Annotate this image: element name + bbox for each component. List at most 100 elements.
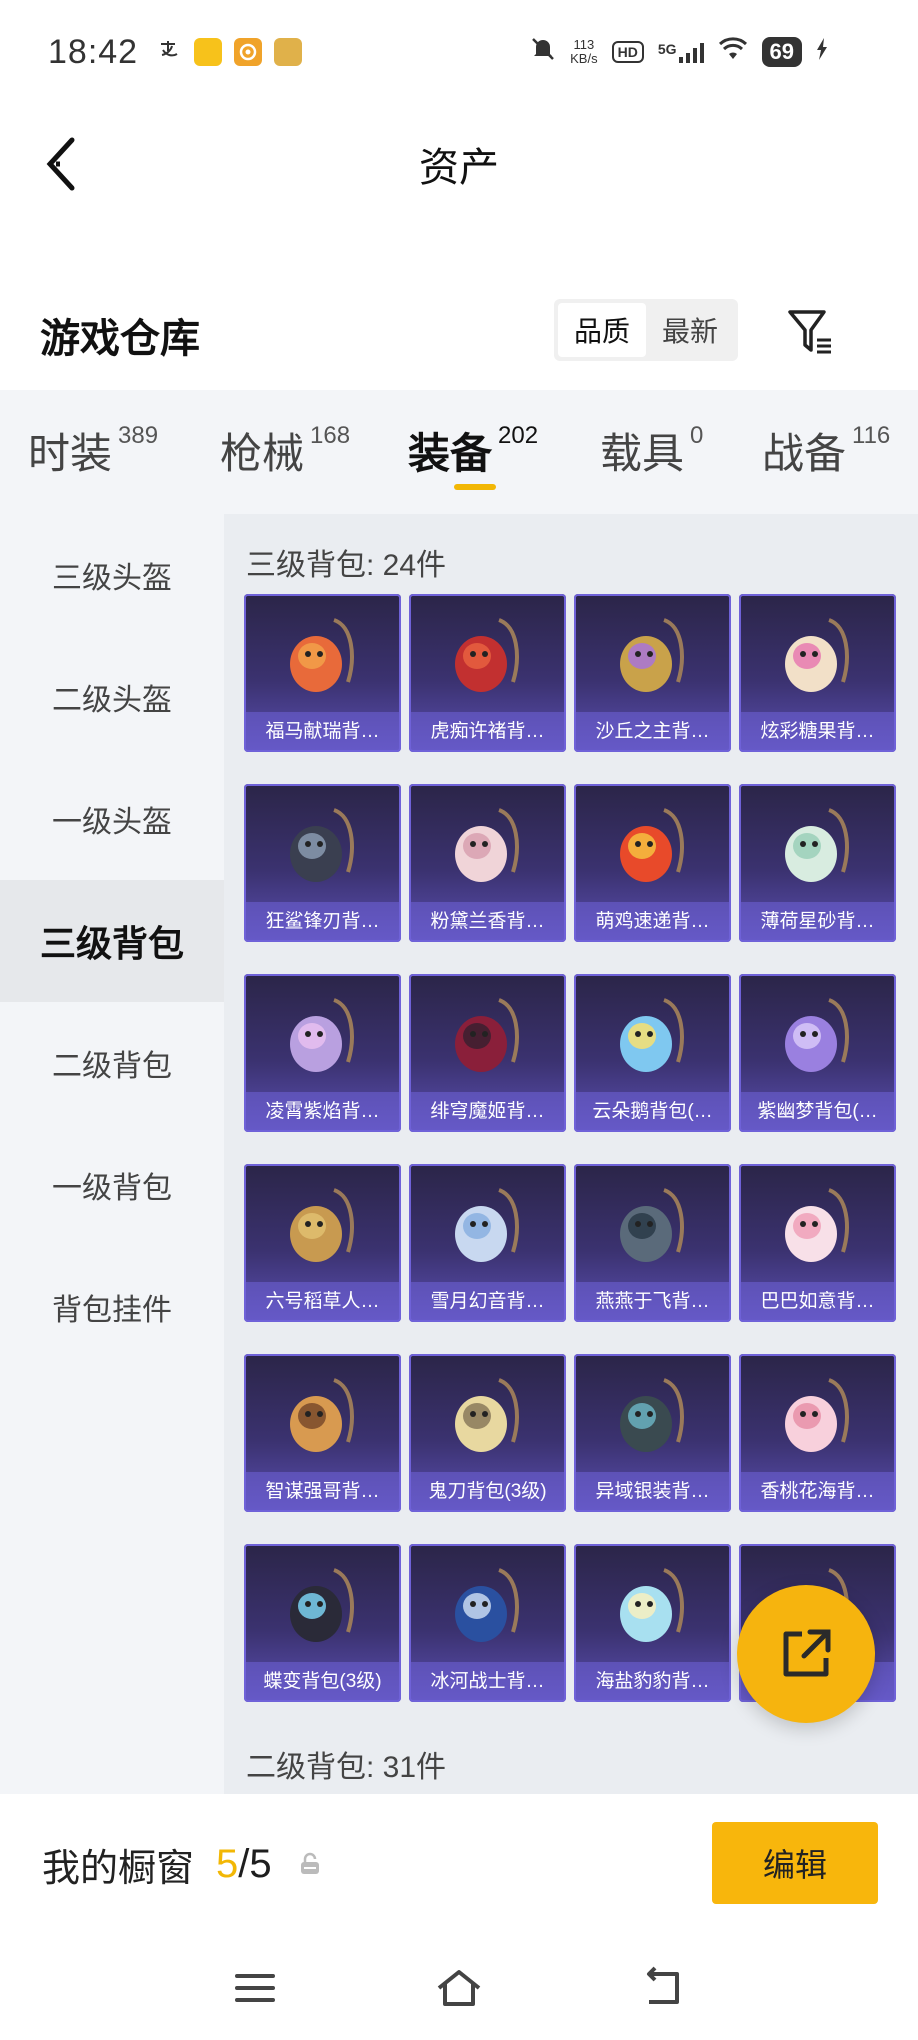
item-name: 巴巴如意背… xyxy=(739,1282,896,1322)
menu-icon xyxy=(235,1974,275,2002)
butterfly-backpack-icon xyxy=(270,1554,374,1658)
showcase-bar: 我的橱窗 5/5 编辑 xyxy=(0,1794,918,1934)
item-name: 沙丘之主背… xyxy=(574,712,731,752)
item-grid: 福马献瑞背… 虎痴许褚背… 沙丘之主背… 炫彩糖果背… 狂鲨锋刃背… 粉黛兰香背… 萌鸡速递… xyxy=(244,594,896,1702)
item-card[interactable]: 凌霄紫焰背… xyxy=(244,974,401,1132)
item-card[interactable]: 智谋强哥背… xyxy=(244,1354,401,1512)
item-card[interactable]: 鬼刀背包(3级) xyxy=(409,1354,566,1512)
item-card[interactable]: 云朵鹅背包(… xyxy=(574,974,731,1132)
item-card[interactable]: 萌鸡速递背… xyxy=(574,784,731,942)
lock-icon xyxy=(300,1852,319,1874)
active-tab-indicator xyxy=(454,484,496,490)
back-button[interactable] xyxy=(36,134,86,194)
item-name: 绯穹魔姬背… xyxy=(409,1092,566,1132)
filter-icon xyxy=(788,310,831,354)
item-card[interactable]: 蝶变背包(3级) xyxy=(244,1544,401,1702)
battery-level: 69 xyxy=(761,37,802,67)
sidebar-item-helmet-lv1[interactable]: 一级头盔 xyxy=(0,758,224,880)
item-name: 鬼刀背包(3级) xyxy=(409,1472,566,1512)
item-card[interactable]: 紫幽梦背包(… xyxy=(739,974,896,1132)
sidebar-item-backpack-lv2[interactable]: 二级背包 xyxy=(0,1002,224,1124)
item-card[interactable]: 异域银装背… xyxy=(574,1354,731,1512)
item-card[interactable]: 燕燕于飞背… xyxy=(574,1164,731,1322)
back-arrow-icon xyxy=(46,137,75,191)
page-title: 资产 xyxy=(419,146,499,190)
net-speed: 113 KB/s xyxy=(570,37,598,66)
edit-button[interactable]: 编辑 xyxy=(712,1822,878,1904)
header: 资产 xyxy=(0,104,918,224)
status-indicators: 113 KB/s HD 5G 69 xyxy=(530,36,828,68)
news-app-icon xyxy=(274,38,303,66)
tab-supplies[interactable]: 战备 116 xyxy=(762,420,890,481)
return-icon xyxy=(647,1966,679,2004)
sidebar-item-helmet-lv2[interactable]: 二级头盔 xyxy=(0,636,224,758)
item-card[interactable]: 薄荷星砂背… xyxy=(739,784,896,942)
mint-backpack-icon xyxy=(765,794,869,898)
item-name: 粉黛兰香背… xyxy=(409,902,566,942)
status-time: 18:42 xyxy=(48,32,139,71)
glacier-backpack-icon xyxy=(435,1554,539,1658)
showcase-count: 5/5 xyxy=(216,1841,272,1886)
share-button[interactable] xyxy=(737,1585,875,1723)
shark-backpack-icon xyxy=(270,794,374,898)
item-card[interactable]: 香桃花海背… xyxy=(739,1354,896,1512)
status-notification-icons xyxy=(158,38,303,67)
scarecrow-backpack-icon xyxy=(270,1174,374,1278)
item-card[interactable]: 虎痴许褚背… xyxy=(409,594,566,752)
back-nav-button[interactable] xyxy=(628,1960,698,2016)
item-card[interactable]: 冰河战士背… xyxy=(409,1544,566,1702)
horse-backpack-icon xyxy=(270,604,374,708)
item-card[interactable]: 沙丘之主背… xyxy=(574,594,731,752)
item-name: 香桃花海背… xyxy=(739,1472,896,1512)
tab-fashion[interactable]: 时装 389 xyxy=(28,420,158,481)
filter-button[interactable] xyxy=(782,302,840,362)
item-name: 六号稻草人… xyxy=(244,1282,401,1322)
item-card[interactable]: 福马献瑞背… xyxy=(244,594,401,752)
item-name: 凌霄紫焰背… xyxy=(244,1092,401,1132)
home-nav-button[interactable] xyxy=(424,1960,494,2016)
item-card[interactable]: 巴巴如意背… xyxy=(739,1164,896,1322)
warehouse-header: 游戏仓库 品质 最新 xyxy=(0,280,918,390)
wifi-icon xyxy=(718,37,748,67)
group-title-backpack-lv3: 三级背包: 24件 xyxy=(246,549,447,582)
item-card[interactable]: 粉黛兰香背… xyxy=(409,784,566,942)
sort-toggle: 品质 最新 xyxy=(554,299,738,361)
sort-option-newest[interactable]: 最新 xyxy=(646,303,734,357)
item-name: 蝶变背包(3级) xyxy=(244,1662,401,1702)
sidebar-item-backpack-lv1[interactable]: 一级背包 xyxy=(0,1124,224,1246)
sidebar-item-backpack-charm[interactable]: 背包挂件 xyxy=(0,1246,224,1368)
category-tabs: 时装 389 枪械 168 装备 202 载具 0 战备 116 xyxy=(0,390,918,514)
sidebar-item-helmet-lv3[interactable]: 三级头盔 xyxy=(0,514,224,636)
peach-backpack-icon xyxy=(765,1364,869,1468)
item-card[interactable]: 六号稻草人… xyxy=(244,1164,401,1322)
item-card[interactable]: 炫彩糖果背… xyxy=(739,594,896,752)
group-title-backpack-lv2: 二级背包: 31件 xyxy=(246,1751,447,1784)
swallow-backpack-icon xyxy=(600,1174,704,1278)
item-name: 虎痴许褚背… xyxy=(409,712,566,752)
item-card[interactable]: 雪月幻音背… xyxy=(409,1164,566,1322)
item-name: 智谋强哥背… xyxy=(244,1472,401,1512)
donut-backpack-icon xyxy=(765,604,869,708)
scroll-backpack-icon xyxy=(600,604,704,708)
status-bar: 18:42 113 KB/s HD 5G 69 xyxy=(0,0,918,104)
item-card[interactable]: 海盐豹豹背… xyxy=(574,1544,731,1702)
tab-weapons[interactable]: 枪械 168 xyxy=(220,420,350,481)
item-name: 狂鲨锋刃背… xyxy=(244,902,401,942)
item-name: 炫彩糖果背… xyxy=(739,712,896,752)
snowmoon-backpack-icon xyxy=(435,1174,539,1278)
tab-equipment[interactable]: 装备 202 xyxy=(408,420,538,481)
alipay-icon xyxy=(158,38,182,67)
sidebar-item-backpack-lv3[interactable]: 三级背包 xyxy=(0,880,224,1002)
tactical-backpack-icon xyxy=(600,1364,704,1468)
signal-icon: 5G xyxy=(658,41,704,63)
mute-icon xyxy=(530,36,556,68)
menu-nav-button[interactable] xyxy=(220,1960,290,2016)
pig-backpack-icon xyxy=(765,1174,869,1278)
item-card[interactable]: 绯穹魔姬背… xyxy=(409,974,566,1132)
item-name: 海盐豹豹背… xyxy=(574,1662,731,1702)
item-card[interactable]: 狂鲨锋刃背… xyxy=(244,784,401,942)
seal-backpack-icon xyxy=(600,1554,704,1658)
tab-vehicles[interactable]: 载具 0 xyxy=(600,420,703,481)
target-app-icon xyxy=(234,38,263,66)
sort-option-quality[interactable]: 品质 xyxy=(558,303,646,357)
